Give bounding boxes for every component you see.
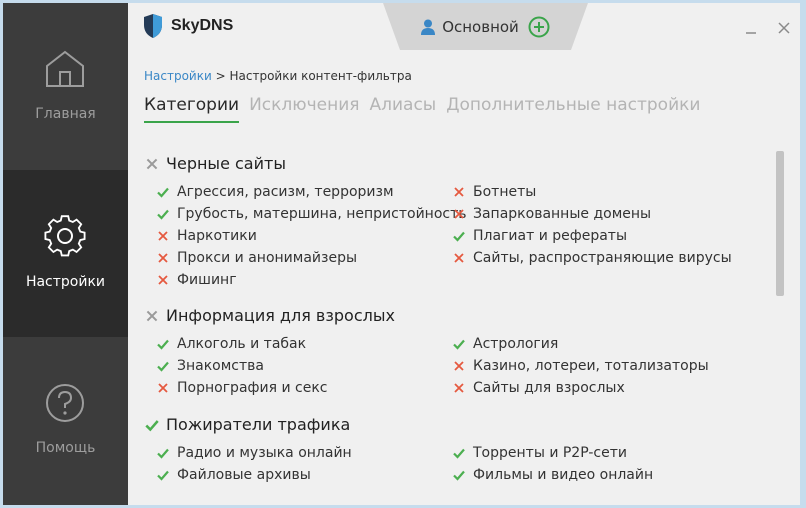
- main-panel: SkyDNS Основной Настройки > Настройки ко…: [128, 3, 800, 505]
- profile-tab[interactable]: Основной: [383, 3, 588, 50]
- check-icon: [144, 417, 160, 433]
- cross-icon: [452, 381, 466, 395]
- category-group-title: Информация для взрослых: [166, 306, 395, 325]
- sidebar-item-label: Главная: [35, 106, 96, 122]
- category-item[interactable]: Сайты, распространяющие вирусы: [452, 250, 732, 266]
- category-item[interactable]: Фильмы и видео онлайн: [452, 467, 653, 483]
- category-item-label: Порнография и секс: [177, 380, 328, 396]
- cross-icon: [452, 207, 466, 221]
- category-item-label: Файловые архивы: [177, 467, 311, 483]
- sidebar-item-home[interactable]: Главная: [3, 3, 128, 170]
- category-item-label: Алкоголь и табак: [177, 336, 307, 352]
- category-item-label: Запаркованные домены: [473, 206, 652, 222]
- cross-icon: [452, 359, 466, 373]
- category-item-label: Торренты и P2P-сети: [473, 445, 627, 461]
- cross-icon: [144, 308, 160, 324]
- check-icon: [156, 207, 170, 221]
- cross-icon: [156, 251, 170, 265]
- check-icon: [156, 337, 170, 351]
- category-item-label: Наркотики: [177, 228, 257, 244]
- check-icon: [156, 446, 170, 460]
- breadcrumb-current: Настройки контент-фильтра: [229, 69, 412, 83]
- check-icon: [452, 229, 466, 243]
- category-item-label: Сайты для взрослых: [473, 380, 625, 396]
- category-item[interactable]: Файловые архивы: [156, 467, 311, 483]
- category-item[interactable]: Торренты и P2P-сети: [452, 445, 627, 461]
- check-icon: [452, 446, 466, 460]
- help-icon: [46, 384, 84, 422]
- gear-icon: [44, 215, 86, 257]
- tab-aliases[interactable]: Алиасы: [369, 95, 436, 123]
- tabs: Категории Исключения Алиасы Дополнительн…: [144, 95, 710, 123]
- breadcrumb-link-settings[interactable]: Настройки: [144, 69, 212, 83]
- category-item-label: Знакомства: [177, 358, 264, 374]
- cross-icon: [156, 273, 170, 287]
- category-item-label: Сайты, распространяющие вирусы: [473, 250, 732, 266]
- category-item[interactable]: Агрессия, расизм, терроризм: [156, 184, 394, 200]
- sidebar-item-label: Помощь: [35, 440, 96, 456]
- category-item[interactable]: Сайты для взрослых: [452, 380, 625, 396]
- category-group-title: Черные сайты: [166, 154, 286, 173]
- category-item-label: Астрология: [473, 336, 559, 352]
- category-item[interactable]: Грубость, матершина, непристойность: [156, 206, 467, 222]
- home-icon: [46, 50, 84, 87]
- category-item[interactable]: Фишинг: [156, 272, 237, 288]
- cross-icon: [452, 185, 466, 199]
- category-group-header[interactable]: Пожиратели трафика: [144, 415, 350, 434]
- sidebar-item-label: Настройки: [25, 274, 106, 290]
- category-item[interactable]: Запаркованные домены: [452, 206, 651, 222]
- category-group-header[interactable]: Информация для взрослых: [144, 306, 395, 325]
- category-item-label: Грубость, матершина, непристойность: [177, 206, 467, 222]
- category-item[interactable]: Ботнеты: [452, 184, 536, 200]
- category-item[interactable]: Знакомства: [156, 358, 264, 374]
- add-profile-icon[interactable]: [528, 16, 550, 38]
- app-logo: SkyDNS: [143, 13, 233, 39]
- category-item-label: Агрессия, расизм, терроризм: [177, 184, 394, 200]
- check-icon: [156, 185, 170, 199]
- tab-advanced-settings[interactable]: Дополнительные настройки: [446, 95, 700, 123]
- close-icon[interactable]: [776, 20, 792, 36]
- user-icon: [421, 19, 436, 35]
- category-item[interactable]: Астрология: [452, 336, 558, 352]
- category-item[interactable]: Радио и музыка онлайн: [156, 445, 352, 461]
- category-item-label: Прокси и анонимайзеры: [177, 250, 358, 266]
- category-group-header[interactable]: Черные сайты: [144, 154, 286, 173]
- check-icon: [156, 468, 170, 482]
- cross-icon: [144, 156, 160, 172]
- check-icon: [156, 359, 170, 373]
- scrollbar[interactable]: [776, 151, 784, 296]
- breadcrumb: Настройки > Настройки контент-фильтра: [144, 69, 412, 83]
- category-item-label: Казино, лотереи, тотализаторы: [473, 358, 709, 374]
- cross-icon: [452, 251, 466, 265]
- shield-icon: [144, 14, 162, 38]
- profile-label: Основной: [442, 18, 519, 36]
- sidebar-item-help[interactable]: Помощь: [3, 337, 128, 504]
- category-item[interactable]: Наркотики: [156, 228, 257, 244]
- tab-exceptions[interactable]: Исключения: [249, 95, 359, 123]
- logo-text: SkyDNS: [171, 17, 234, 34]
- breadcrumb-separator: >: [215, 69, 226, 83]
- category-item[interactable]: Прокси и анонимайзеры: [156, 250, 357, 266]
- category-group-title: Пожиратели трафика: [166, 415, 351, 434]
- category-item[interactable]: Алкоголь и табак: [156, 336, 306, 352]
- category-item-label: Фишинг: [177, 272, 237, 288]
- category-item-label: Плагиат и рефераты: [473, 228, 627, 244]
- sidebar: Главная Настройки Помощь: [3, 3, 128, 505]
- category-item[interactable]: Плагиат и рефераты: [452, 228, 627, 244]
- tab-categories[interactable]: Категории: [144, 95, 240, 123]
- app-window: Главная Настройки Помощь SkyDNS Основной…: [3, 3, 800, 505]
- check-icon: [452, 337, 466, 351]
- cross-icon: [156, 229, 170, 243]
- check-icon: [452, 468, 466, 482]
- minimize-icon[interactable]: [743, 20, 759, 36]
- category-item-label: Ботнеты: [473, 184, 537, 200]
- cross-icon: [156, 381, 170, 395]
- category-item-label: Фильмы и видео онлайн: [473, 467, 654, 483]
- sidebar-item-settings[interactable]: Настройки: [3, 170, 128, 337]
- category-item[interactable]: Порнография и секс: [156, 380, 327, 396]
- category-item[interactable]: Казино, лотереи, тотализаторы: [452, 358, 709, 374]
- category-item-label: Радио и музыка онлайн: [177, 445, 352, 461]
